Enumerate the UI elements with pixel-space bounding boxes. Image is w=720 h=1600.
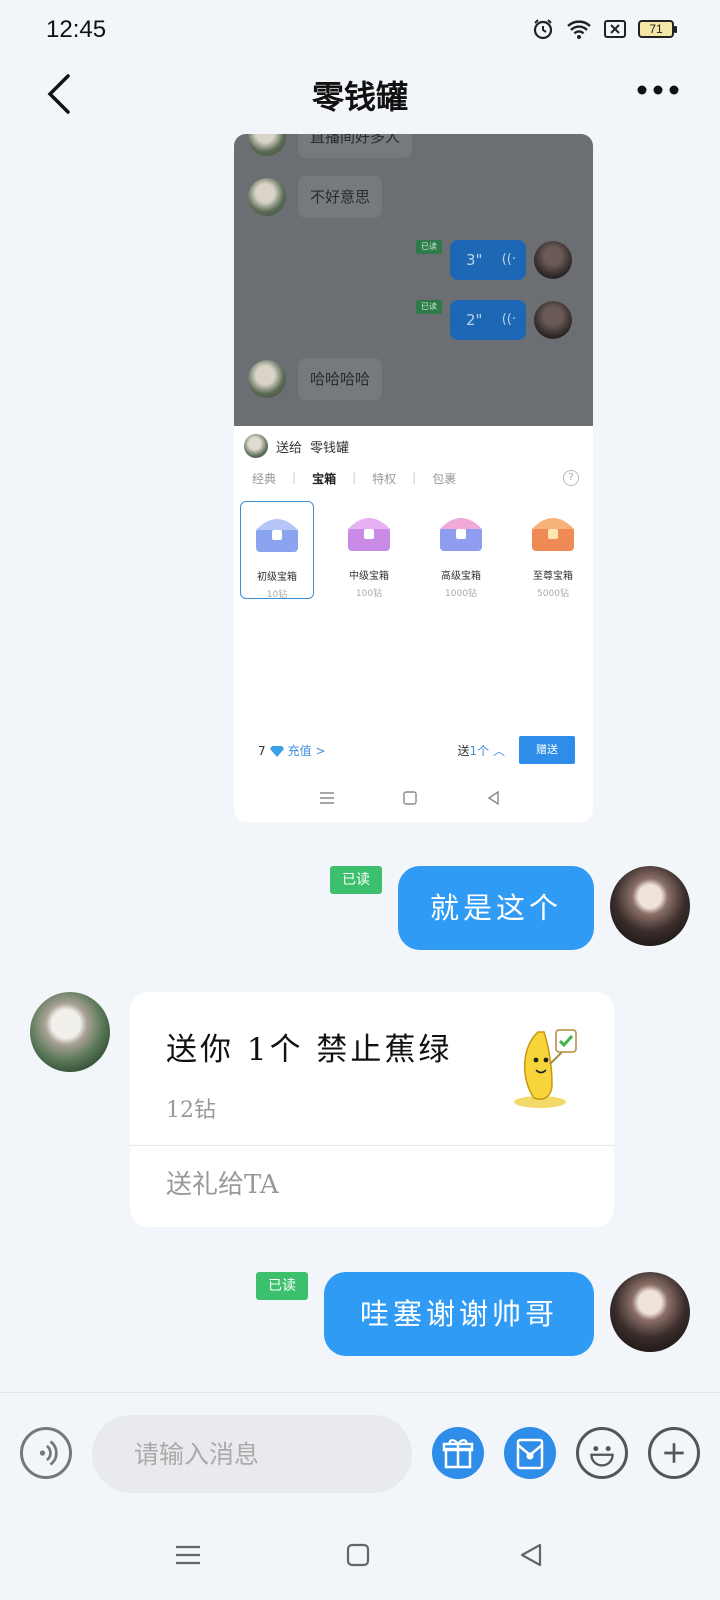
mini-avatar bbox=[534, 241, 572, 279]
status-bar: 12:45 71 bbox=[0, 0, 720, 60]
screenshot-chat-area: 直播间好多人 不好意思 已读 3" ((· 已读 2" ((· 哈哈哈哈 bbox=[234, 134, 593, 426]
message-input[interactable] bbox=[92, 1415, 412, 1493]
tab-treasure[interactable]: 宝箱 bbox=[312, 470, 336, 487]
plus-icon[interactable] bbox=[648, 1427, 700, 1479]
no-sim-icon bbox=[604, 20, 626, 38]
mini-voice-duration: 3" bbox=[466, 251, 483, 269]
gift-price: 5000钻 bbox=[537, 589, 569, 599]
gift-price: 10钻 bbox=[266, 590, 288, 600]
gift-name: 至尊宝箱 bbox=[533, 571, 573, 582]
chat-header: 零钱罐 bbox=[0, 60, 720, 132]
mini-voice-message: 3" ((· bbox=[450, 240, 526, 280]
gift-icon[interactable] bbox=[432, 1427, 484, 1479]
banana-gift-icon bbox=[514, 1029, 577, 1108]
gift-card-price: 12钻 bbox=[166, 1098, 216, 1123]
status-icons: 71 bbox=[532, 18, 677, 40]
emoji-icon[interactable] bbox=[576, 1427, 628, 1479]
clock: 12:45 bbox=[46, 16, 107, 43]
gift-name: 中级宝箱 bbox=[349, 571, 389, 582]
recipient-name: 零钱罐 bbox=[310, 440, 350, 456]
mini-system-nav bbox=[320, 790, 499, 806]
outgoing-message[interactable]: 就是这个 bbox=[398, 866, 594, 950]
menu-icon[interactable] bbox=[176, 1545, 200, 1565]
gift-panel: 送给 零钱罐 经典 | 宝箱 | 特权 | 包裹 ? 初级宝箱 10钻 中级宝箱 10… bbox=[234, 426, 593, 822]
send-count[interactable]: 送1个 ︿ bbox=[458, 742, 506, 759]
red-packet-icon[interactable] bbox=[504, 1427, 556, 1479]
my-avatar[interactable] bbox=[610, 866, 690, 946]
recipient-avatar bbox=[244, 434, 268, 458]
diamond-icon bbox=[269, 745, 284, 757]
mini-voice-message: 2" ((· bbox=[450, 300, 526, 340]
outgoing-message[interactable]: 哇塞谢谢帅哥 bbox=[324, 1272, 594, 1356]
voice-wave-icon: ((· bbox=[501, 252, 516, 267]
wifi-icon bbox=[567, 20, 591, 39]
treasure-chest-icon bbox=[348, 518, 390, 551]
back-icon[interactable] bbox=[520, 1543, 542, 1567]
gift-card-message[interactable]: 送你 1个 禁止蕉绿 12钻 送礼给TA bbox=[130, 992, 614, 1227]
mini-read-badge: 已读 bbox=[416, 300, 442, 314]
tab-classic[interactable]: 经典 bbox=[252, 470, 276, 487]
send-gift-button[interactable]: 赠送 bbox=[519, 736, 575, 764]
balance-value: 7 bbox=[258, 743, 266, 758]
diamond-balance: 7 充值 > bbox=[258, 742, 326, 759]
gift-item[interactable]: 高级宝箱 1000钻 bbox=[424, 501, 498, 599]
mini-avatar bbox=[534, 301, 572, 339]
my-avatar[interactable] bbox=[610, 1272, 690, 1352]
more-options-icon[interactable] bbox=[634, 78, 682, 102]
gift-item[interactable]: 中级宝箱 100钻 bbox=[332, 501, 406, 599]
battery-icon: 71 bbox=[638, 20, 677, 38]
message-input-bar bbox=[0, 1392, 720, 1510]
read-badge: 已读 bbox=[330, 866, 382, 894]
gift-item[interactable]: 至尊宝箱 5000钻 bbox=[516, 501, 590, 599]
gift-price: 1000钻 bbox=[445, 589, 477, 599]
gift-name: 初级宝箱 bbox=[257, 572, 297, 583]
gift-card-title: 送你 1个 禁止蕉绿 bbox=[166, 1032, 453, 1068]
gift-item[interactable]: 初级宝箱 10钻 bbox=[240, 501, 314, 600]
mini-read-badge: 已读 bbox=[416, 240, 442, 254]
voice-input-icon[interactable] bbox=[20, 1427, 72, 1479]
recharge-link[interactable]: 充值 > bbox=[288, 742, 326, 759]
send-gift-back-link[interactable]: 送礼给TA bbox=[166, 1164, 279, 1201]
chevron-up-icon: ︿ bbox=[492, 744, 505, 758]
treasure-chest-icon bbox=[532, 518, 574, 551]
mini-message: 直播间好多人 bbox=[298, 134, 413, 158]
send-count-label: 送 bbox=[457, 744, 470, 758]
page-title: 零钱罐 bbox=[311, 78, 408, 116]
tab-privilege[interactable]: 特权 bbox=[372, 470, 396, 487]
mini-message: 哈哈哈哈 bbox=[298, 358, 383, 400]
card-divider bbox=[130, 1145, 614, 1146]
gift-panel-footer: 7 充值 > 送1个 ︿ 赠送 bbox=[258, 736, 575, 764]
alarm-icon bbox=[533, 19, 553, 40]
home-icon[interactable] bbox=[346, 1543, 370, 1567]
send-count-value: 1个 bbox=[469, 744, 490, 758]
contact-avatar[interactable] bbox=[30, 992, 110, 1072]
gift-tabs: 经典 | 宝箱 | 特权 | 包裹 bbox=[252, 470, 457, 487]
gift-name: 高级宝箱 bbox=[441, 571, 481, 582]
shared-screenshot[interactable]: 直播间好多人 不好意思 已读 3" ((· 已读 2" ((· 哈哈哈哈 送给 零钱… bbox=[234, 134, 593, 822]
treasure-chest-icon bbox=[256, 519, 298, 552]
send-to-label: 送给 bbox=[276, 440, 303, 456]
gift-price: 100钻 bbox=[355, 589, 383, 599]
read-badge: 已读 bbox=[256, 1272, 308, 1300]
mini-voice-duration: 2" bbox=[466, 311, 483, 329]
voice-wave-icon: ((· bbox=[501, 312, 516, 327]
mini-avatar bbox=[248, 134, 286, 156]
mini-message: 不好意思 bbox=[298, 176, 383, 218]
system-navigation-bar bbox=[176, 1543, 542, 1567]
mini-avatar bbox=[248, 360, 286, 398]
gift-recipient: 送给 零钱罐 bbox=[244, 434, 349, 458]
gift-list: 初级宝箱 10钻 中级宝箱 100钻 高级宝箱 1000钻 至尊宝箱 5000钻 bbox=[240, 501, 590, 600]
tab-package[interactable]: 包裹 bbox=[432, 470, 456, 487]
mini-avatar bbox=[248, 178, 286, 216]
help-icon[interactable]: ? bbox=[563, 470, 579, 486]
treasure-chest-icon bbox=[440, 518, 482, 551]
